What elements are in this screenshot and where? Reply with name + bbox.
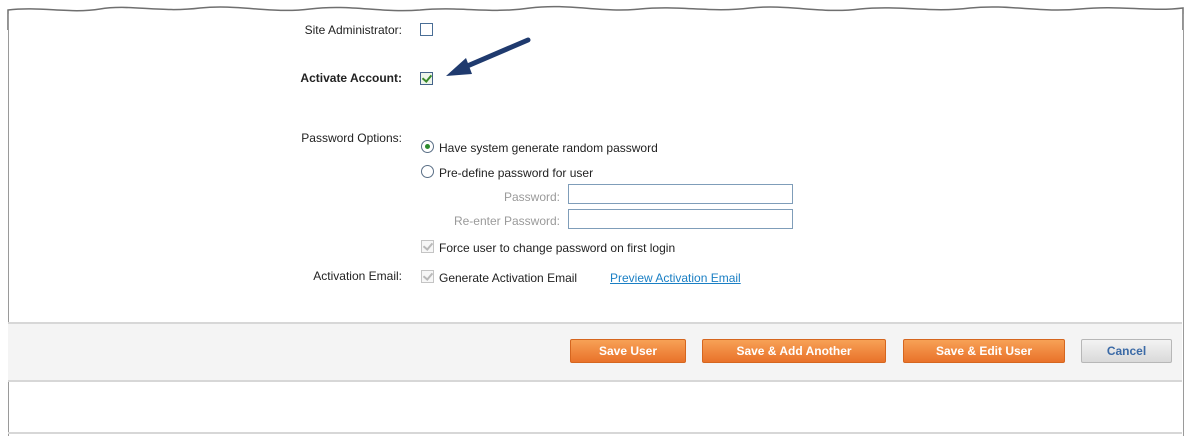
activation-email-label: Activation Email: xyxy=(313,269,402,283)
force-change-label: Force user to change password on first l… xyxy=(439,241,676,255)
save-user-button[interactable]: Save User xyxy=(570,339,686,363)
reenter-password-input[interactable] xyxy=(568,209,793,229)
generate-email-label: Generate Activation Email xyxy=(439,271,578,285)
password-label: Password: xyxy=(503,190,560,204)
arrow-pointer-icon xyxy=(446,37,531,76)
preview-activation-email-link[interactable]: Preview Activation Email xyxy=(610,271,741,285)
predefine-password-radio[interactable] xyxy=(421,165,434,178)
activate-account-checkbox[interactable] xyxy=(420,72,433,85)
save-add-another-button[interactable]: Save & Add Another xyxy=(702,339,886,363)
cancel-button[interactable]: Cancel xyxy=(1081,339,1172,363)
random-password-radio[interactable] xyxy=(421,140,434,153)
password-options-label: Password Options: xyxy=(301,131,402,145)
predefine-password-label: Pre-define password for user xyxy=(439,166,594,180)
generate-email-checkbox[interactable] xyxy=(421,270,434,283)
reenter-password-label: Re-enter Password: xyxy=(453,214,560,228)
save-edit-user-button[interactable]: Save & Edit User xyxy=(903,339,1065,363)
bottom-divider xyxy=(8,432,1182,434)
password-input[interactable] xyxy=(568,184,793,204)
site-admin-checkbox[interactable] xyxy=(420,23,433,36)
force-change-checkbox[interactable] xyxy=(421,240,434,253)
activate-account-label: Activate Account: xyxy=(300,71,402,85)
random-password-label: Have system generate random password xyxy=(439,141,658,155)
site-admin-label: Site Administrator: xyxy=(304,23,402,37)
